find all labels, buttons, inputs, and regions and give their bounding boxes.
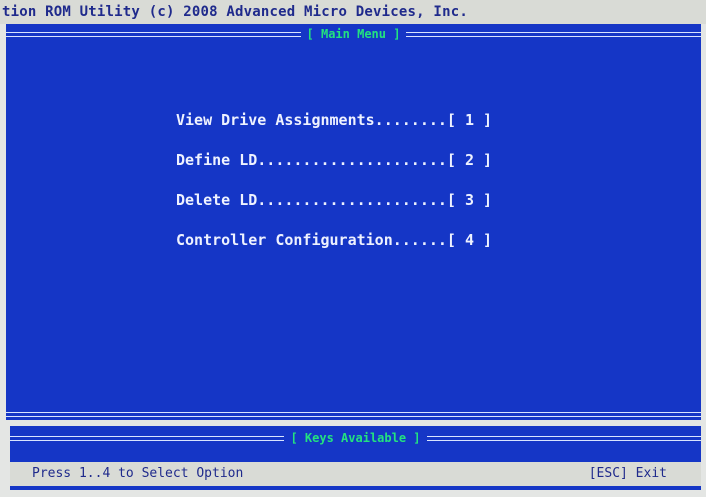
main-menu-panel: [ Main Menu ] View Drive Assignments....… [6,24,701,420]
menu-item-define-ld[interactable]: Define LD.....................[ 2 ] [176,150,492,190]
esc-exit-key[interactable]: [ESC] Exit [589,462,667,486]
main-menu-caption: [ Main Menu ] [6,27,701,41]
bottom-divider [6,412,701,417]
status-bar: Press 1..4 to Select Option [ESC] Exit [10,462,701,486]
title-bar: tion ROM Utility (c) 2008 Advanced Micro… [0,0,706,24]
bottom-strip [10,486,701,490]
menu-item-view-drive-assignments[interactable]: View Drive Assignments........[ 1 ] [176,110,492,150]
menu-item-controller-configuration[interactable]: Controller Configuration......[ 4 ] [176,230,492,270]
keys-available-caption: [ Keys Available ] [10,431,701,445]
main-menu: View Drive Assignments........[ 1 ] Defi… [176,110,492,270]
menu-item-delete-ld[interactable]: Delete LD.....................[ 3 ] [176,190,492,230]
keys-available-panel: [ Keys Available ] [10,426,701,462]
status-hint: Press 1..4 to Select Option [32,466,244,481]
